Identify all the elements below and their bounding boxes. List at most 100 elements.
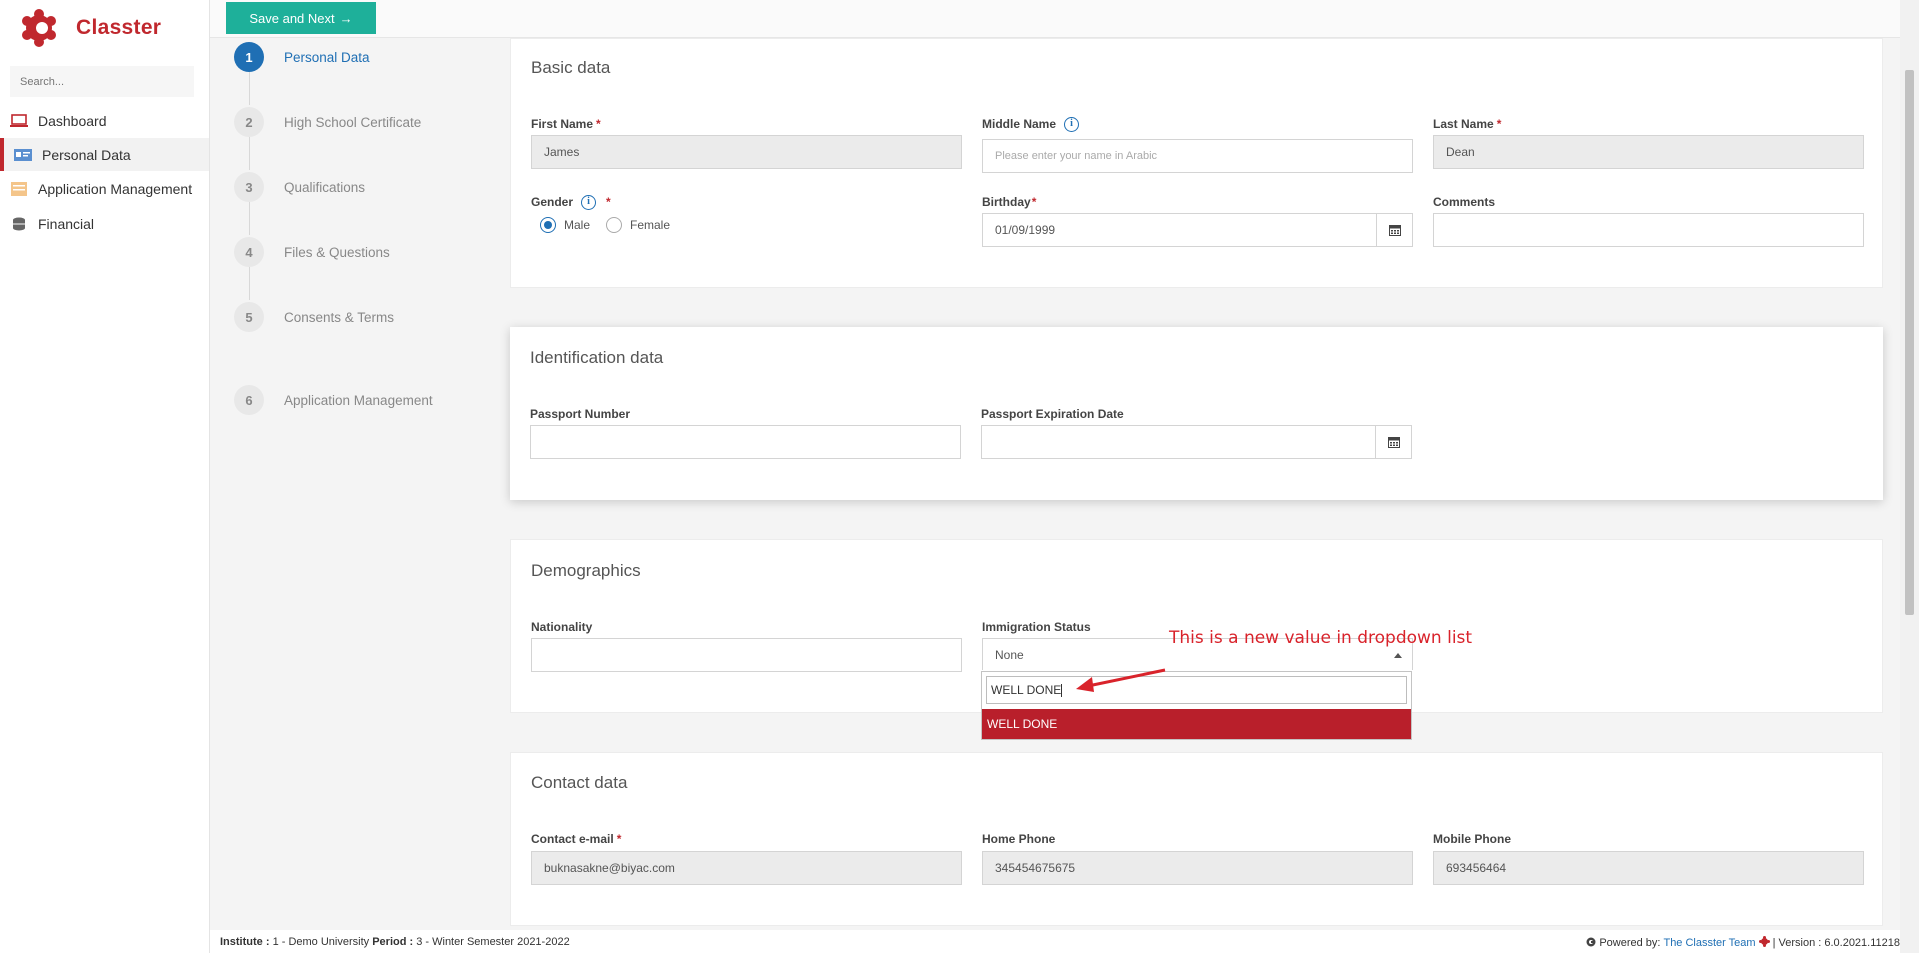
step-label: Personal Data: [284, 49, 370, 65]
dropdown-option-highlighted[interactable]: WELL DONE: [982, 709, 1411, 739]
calendar-icon[interactable]: [1375, 426, 1411, 458]
step-connector: [249, 267, 250, 300]
step-number: 4: [234, 237, 264, 267]
coins-icon: [9, 214, 29, 234]
info-icon[interactable]: i: [1064, 117, 1080, 133]
last-name-field[interactable]: Dean: [1433, 135, 1864, 169]
toolbar: Save and Next →: [210, 0, 1900, 38]
footer: Institute : 1 - Demo University Period :…: [210, 930, 1900, 953]
sidebar-item-label: Dashboard: [38, 112, 107, 129]
step-number: 6: [234, 385, 264, 415]
sidebar-item-dashboard[interactable]: Dashboard: [0, 104, 209, 137]
comments-field[interactable]: [1433, 213, 1864, 247]
sidebar-item-label: Application Management: [38, 180, 193, 197]
gender-female-radio[interactable]: Female: [606, 217, 670, 233]
radio-checked-icon: [540, 217, 556, 233]
identification-data-card: Identification data Passport Number Pass…: [510, 327, 1883, 500]
first-name-field[interactable]: James: [531, 135, 962, 169]
mobile-phone-label: Mobile Phone: [1433, 832, 1511, 846]
radio-label: Female: [630, 218, 671, 232]
annotation-text: This is a new value in dropdown list: [1169, 628, 1473, 648]
step-label: Files & Questions: [284, 244, 390, 260]
step-files-questions[interactable]: 4 Files & Questions: [234, 237, 390, 267]
select-value: None: [995, 647, 1024, 662]
classter-small-logo-icon: [1758, 936, 1770, 950]
gender-male-radio[interactable]: Male: [540, 217, 590, 233]
birthday-label: Birthday*: [982, 195, 1037, 209]
card-title: Basic data: [531, 58, 611, 77]
institute-value: 1 - Demo University: [272, 936, 370, 948]
step-high-school-certificate[interactable]: 2 High School Certificate: [234, 107, 421, 137]
app-logo[interactable]: Classter: [20, 8, 161, 48]
info-icon[interactable]: i: [581, 195, 597, 211]
scrollbar-thumb[interactable]: [1905, 70, 1914, 615]
folder-icon: [9, 179, 29, 199]
step-label: Consents & Terms: [284, 309, 395, 325]
dropdown-search-input[interactable]: WELL DONE: [986, 676, 1407, 704]
home-phone-field[interactable]: 345454675675: [982, 851, 1413, 885]
card-title: Contact data: [531, 773, 628, 792]
sidebar-item-label: Personal Data: [42, 146, 131, 163]
step-personal-data[interactable]: 1 Personal Data: [234, 42, 370, 72]
institute-label: Institute :: [220, 936, 270, 948]
step-qualifications[interactable]: 3 Qualifications: [234, 172, 365, 202]
sidebar-search-input[interactable]: [10, 66, 194, 97]
basic-data-card: Basic data First Name * James Middle Name…: [510, 38, 1883, 288]
contact-email-field[interactable]: buknasakne@biyac.com: [531, 851, 962, 885]
card-title: Demographics: [531, 561, 641, 580]
arrow-right-icon: →: [339, 10, 353, 26]
step-connector: [249, 202, 250, 235]
contact-email-label: Contact e-mail *: [531, 832, 622, 846]
step-connector: [249, 137, 250, 170]
save-and-next-button[interactable]: Save and Next →: [226, 2, 376, 34]
birthday-field[interactable]: 01/09/1999: [982, 213, 1413, 247]
step-number: 1: [234, 42, 264, 72]
last-name-label: Last Name *: [1433, 117, 1502, 131]
step-number: 2: [234, 107, 264, 137]
radio-label: Male: [564, 218, 591, 232]
passport-number-label: Passport Number: [530, 407, 631, 421]
home-phone-label: Home Phone: [982, 832, 1056, 846]
nationality-label: Nationality: [531, 620, 593, 634]
classter-team-link[interactable]: The Classter Team: [1663, 937, 1755, 949]
text-cursor: [1061, 683, 1063, 697]
middle-name-label: Middle Name i: [982, 117, 1080, 133]
middle-name-field[interactable]: Please enter your name in Arabic: [982, 139, 1413, 173]
app-name: Classter: [76, 16, 162, 39]
sidebar-item-label: Financial: [38, 215, 95, 232]
calendar-icon[interactable]: [1376, 214, 1412, 246]
card-title: Identification data: [530, 348, 664, 367]
passport-expiration-label: Passport Expiration Date: [981, 407, 1124, 421]
sidebar-item-personal-data[interactable]: Personal Data: [0, 138, 209, 171]
annotation-arrow-icon: [1076, 668, 1166, 692]
step-application-management[interactable]: 6 Application Management: [234, 385, 433, 415]
sidebar-item-application-management[interactable]: Application Management: [0, 172, 209, 205]
nationality-select[interactable]: [531, 638, 962, 672]
comments-label: Comments: [1433, 195, 1496, 209]
footer-institute-info: Institute : 1 - Demo University Period :…: [220, 936, 570, 948]
passport-expiration-field[interactable]: [981, 425, 1412, 459]
powered-by-label: Powered by:: [1599, 937, 1661, 949]
sidebar: Classter Dashboard Personal Data Applica…: [0, 0, 210, 953]
passport-number-field[interactable]: [530, 425, 961, 459]
contact-data-card: Contact data Contact e-mail * buknasakne@…: [510, 752, 1883, 926]
period-value: 3 - Winter Semester 2021-2022: [416, 936, 570, 948]
immigration-status-label: Immigration Status: [982, 620, 1091, 634]
birthday-value: 01/09/1999: [995, 223, 1056, 237]
version-info: | Version : 6.0.2021.11218: [1772, 937, 1900, 949]
step-number: 3: [234, 172, 264, 202]
immigration-status-dropdown: WELL DONE WELL DONE: [981, 671, 1412, 740]
first-name-label: First Name *: [531, 117, 601, 131]
caret-up-icon: [1394, 653, 1402, 658]
sidebar-item-financial[interactable]: Financial: [0, 207, 209, 240]
main-content: Save and Next → 1 Personal Data 2 High S…: [210, 0, 1919, 953]
dropdown-search-text: WELL DONE: [991, 683, 1062, 697]
step-label: High School Certificate: [284, 114, 422, 130]
gender-label: Gender i *: [531, 195, 611, 211]
id-card-icon: [13, 145, 33, 165]
step-consents-terms[interactable]: 5 Consents & Terms: [234, 302, 394, 332]
footer-powered-by: Powered by: The Classter Team | Version …: [1586, 936, 1900, 950]
page-scrollbar[interactable]: [1900, 0, 1919, 953]
mobile-phone-field[interactable]: 693456464: [1433, 851, 1864, 885]
step-label: Application Management: [284, 392, 433, 408]
